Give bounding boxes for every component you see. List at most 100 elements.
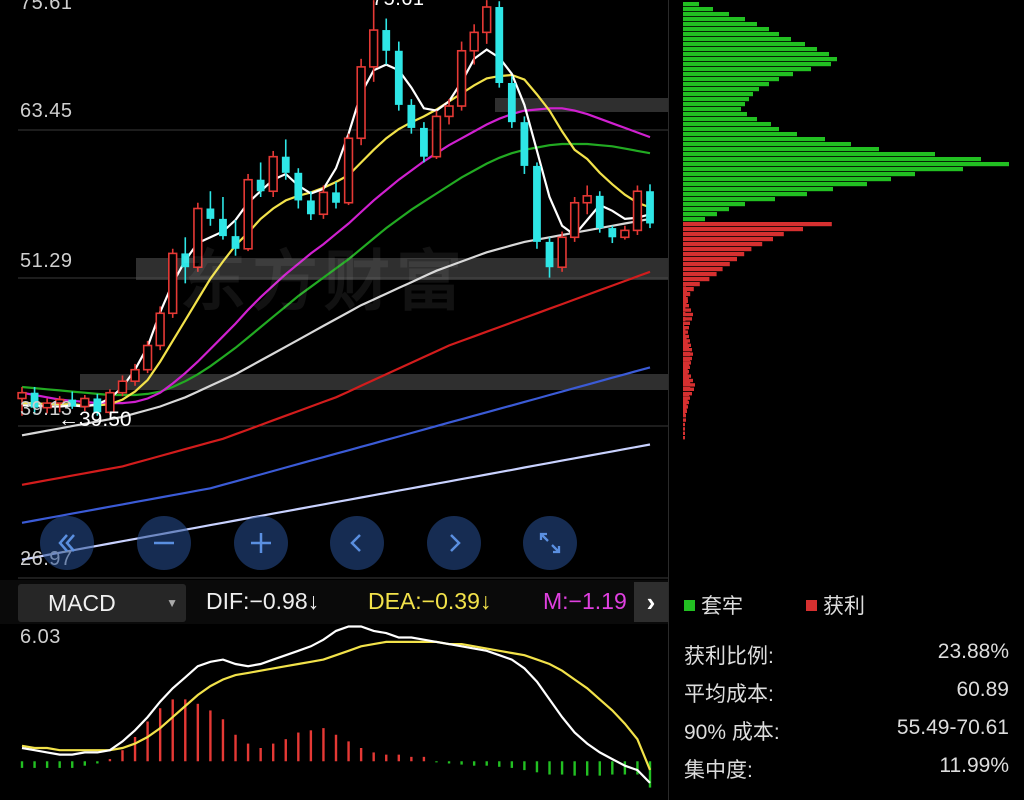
chip-bar-profit [683,383,695,387]
zoom-in-button[interactable] [234,516,288,570]
chip-bar-profit [683,277,710,282]
chip-bar-profit [683,272,717,277]
chip-bar-trapped [683,207,729,212]
candle-body [268,155,278,193]
candle-body [595,195,604,229]
fullscreen-button[interactable] [523,516,577,570]
double-chevron-left-icon [58,534,75,552]
chip-bar-profit [683,282,685,286]
chip-bar-trapped [683,97,749,102]
candle-body [482,6,492,34]
chip-bar-trapped [683,112,747,117]
legend-profit: 获利 [806,590,865,620]
chip-bar-trapped [683,152,935,157]
chip-bar-trapped [683,187,833,192]
chevron-right-icon: › [646,586,656,617]
candle-body [507,83,516,123]
chip-bar-profit [683,356,692,361]
candle-body [520,122,529,166]
chip-bar-trapped [683,202,745,207]
next-button[interactable] [427,516,481,570]
legend-trapped-label: 套牢 [701,595,743,618]
stat-profit-ratio: 获利比例: 23.88% [684,640,1009,670]
chip-bar-profit [683,400,689,405]
chip-bar-trapped [683,7,713,12]
candlestick-series [17,0,654,416]
chip-bar-profit [683,427,685,431]
candle-body [582,195,592,204]
candle-body [368,29,379,68]
chip-bar-profit [683,418,686,422]
price-axis-top: 75.61 [20,0,73,14]
stat-value: 55.49-70.61 [896,716,1009,739]
low-price-marker: ←39.50 [58,408,132,431]
chip-bar-profit [683,387,694,391]
scroll-left-button[interactable] [40,516,94,570]
chip-bar-profit [683,374,691,378]
price-grid [18,129,668,579]
chip-bar-trapped [683,72,793,77]
chip-bar-profit [683,392,692,396]
chip-bar-profit [683,286,686,290]
chip-bar-trapped [683,117,757,122]
chip-bar-profit [683,262,730,267]
chip-bar-trapped [683,22,757,27]
stat-label: 平均成本: [684,683,774,706]
red-square-icon [806,599,817,611]
chip-bar-trapped [683,82,769,87]
chip-bar-trapped [683,167,963,172]
chip-bar-trapped [683,2,699,7]
legend-profit-label: 获利 [823,595,865,618]
candle-body [306,200,315,215]
candle-body [142,344,153,371]
chip-bar-trapped [683,162,1009,167]
chip-bar-trapped [683,92,753,97]
stat-value: 11.99% [939,754,1009,777]
more-indicators-button[interactable]: › [634,582,668,622]
expand-icon [539,532,561,554]
chip-bar-trapped [683,102,745,107]
plus-icon [251,533,271,553]
candle-body [281,156,290,173]
indicator-toolbar: MACD ▼ DIF:−0.98↓ DEA:−0.39↓ M:−1.19 › [0,580,668,624]
stat-value: 23.88% [937,640,1009,663]
candle-body [332,192,340,203]
panel-divider [668,0,669,800]
chip-bar-trapped [683,32,779,37]
chip-bar-trapped [683,172,915,177]
chevron-right-icon [450,534,461,552]
zoom-out-button[interactable] [137,516,191,570]
chip-bar-trapped [683,107,741,112]
candle-body [130,368,140,383]
stat-avg-cost: 平均成本: 60.89 [684,678,1009,708]
candle-body [545,241,554,268]
chip-bar-trapped [683,147,879,152]
green-square-icon [684,599,695,611]
chip-bar-profit [683,252,745,257]
chip-bar-profit [683,257,737,262]
candle-body [557,236,567,269]
candle-body [318,191,329,216]
price-axis-51: 51.29 [20,250,73,272]
chip-bar-trapped [683,142,851,147]
chip-bar-profit [683,339,690,343]
indicator-select[interactable]: MACD ▼ [18,584,186,622]
prev-button[interactable] [330,516,384,570]
candle-body [646,191,654,224]
chip-bar-profit [683,227,803,232]
m-value: M:−1.19 [543,588,627,614]
chip-bar-profit [683,282,700,287]
chip-bar-profit [683,409,687,413]
candle-body [620,229,630,239]
chip-bar-profit [683,378,693,383]
chip-bar-profit [683,330,688,334]
chip-bar-trapped [683,132,797,137]
chip-bar-profit [683,414,686,418]
chip-bar-profit [683,326,689,330]
chip-bar-trapped [683,52,829,57]
chip-bar-trapped [683,57,837,62]
high-price-marker: 75.61 [372,0,425,11]
chip-distribution [683,2,1009,440]
chip-bar-profit [683,242,763,247]
candle-body [356,66,366,140]
